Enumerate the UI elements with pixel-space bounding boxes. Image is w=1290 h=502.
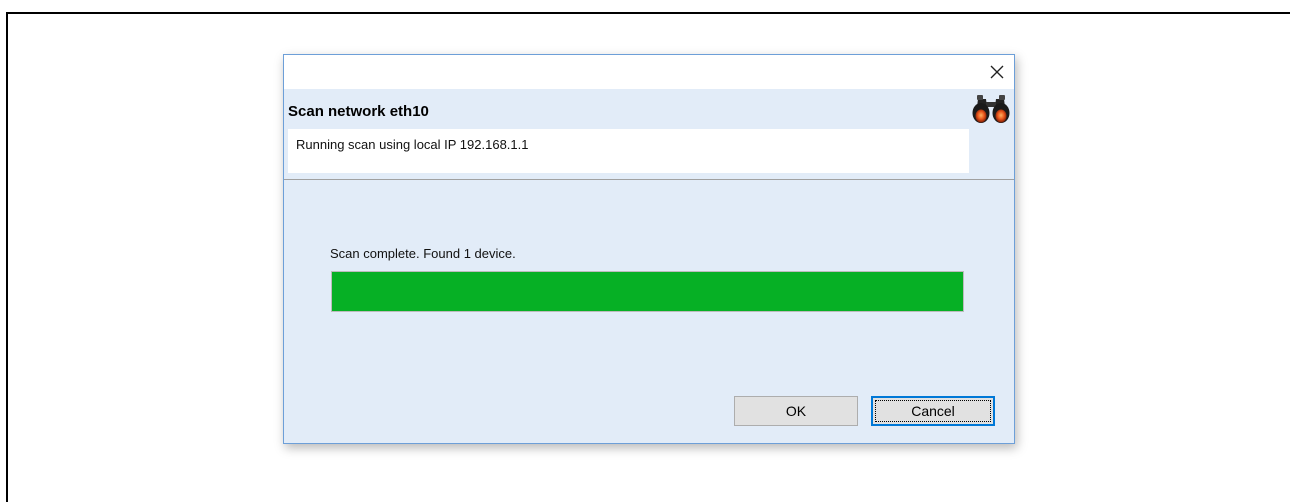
dialog-header: Scan network eth10 Running scan using lo… — [284, 89, 1014, 180]
cancel-button[interactable]: Cancel — [871, 396, 995, 426]
binoculars-icon — [972, 95, 1010, 123]
scan-progress-bar — [331, 271, 964, 312]
close-icon — [990, 65, 1004, 79]
title-bar — [284, 55, 1014, 89]
close-button[interactable] — [980, 55, 1014, 89]
dialog-heading: Scan network eth10 — [288, 101, 968, 123]
progress-fill — [332, 272, 963, 311]
ok-button[interactable]: OK — [734, 396, 858, 426]
dialog-subtitle: Running scan using local IP 192.168.1.1 — [296, 137, 529, 152]
dialog-content: Scan complete. Found 1 device. OK Cancel — [284, 180, 1014, 443]
scan-network-dialog: Scan network eth10 Running scan using lo… — [283, 54, 1015, 444]
scan-status-text: Scan complete. Found 1 device. — [330, 246, 516, 261]
focus-ring — [875, 400, 991, 422]
